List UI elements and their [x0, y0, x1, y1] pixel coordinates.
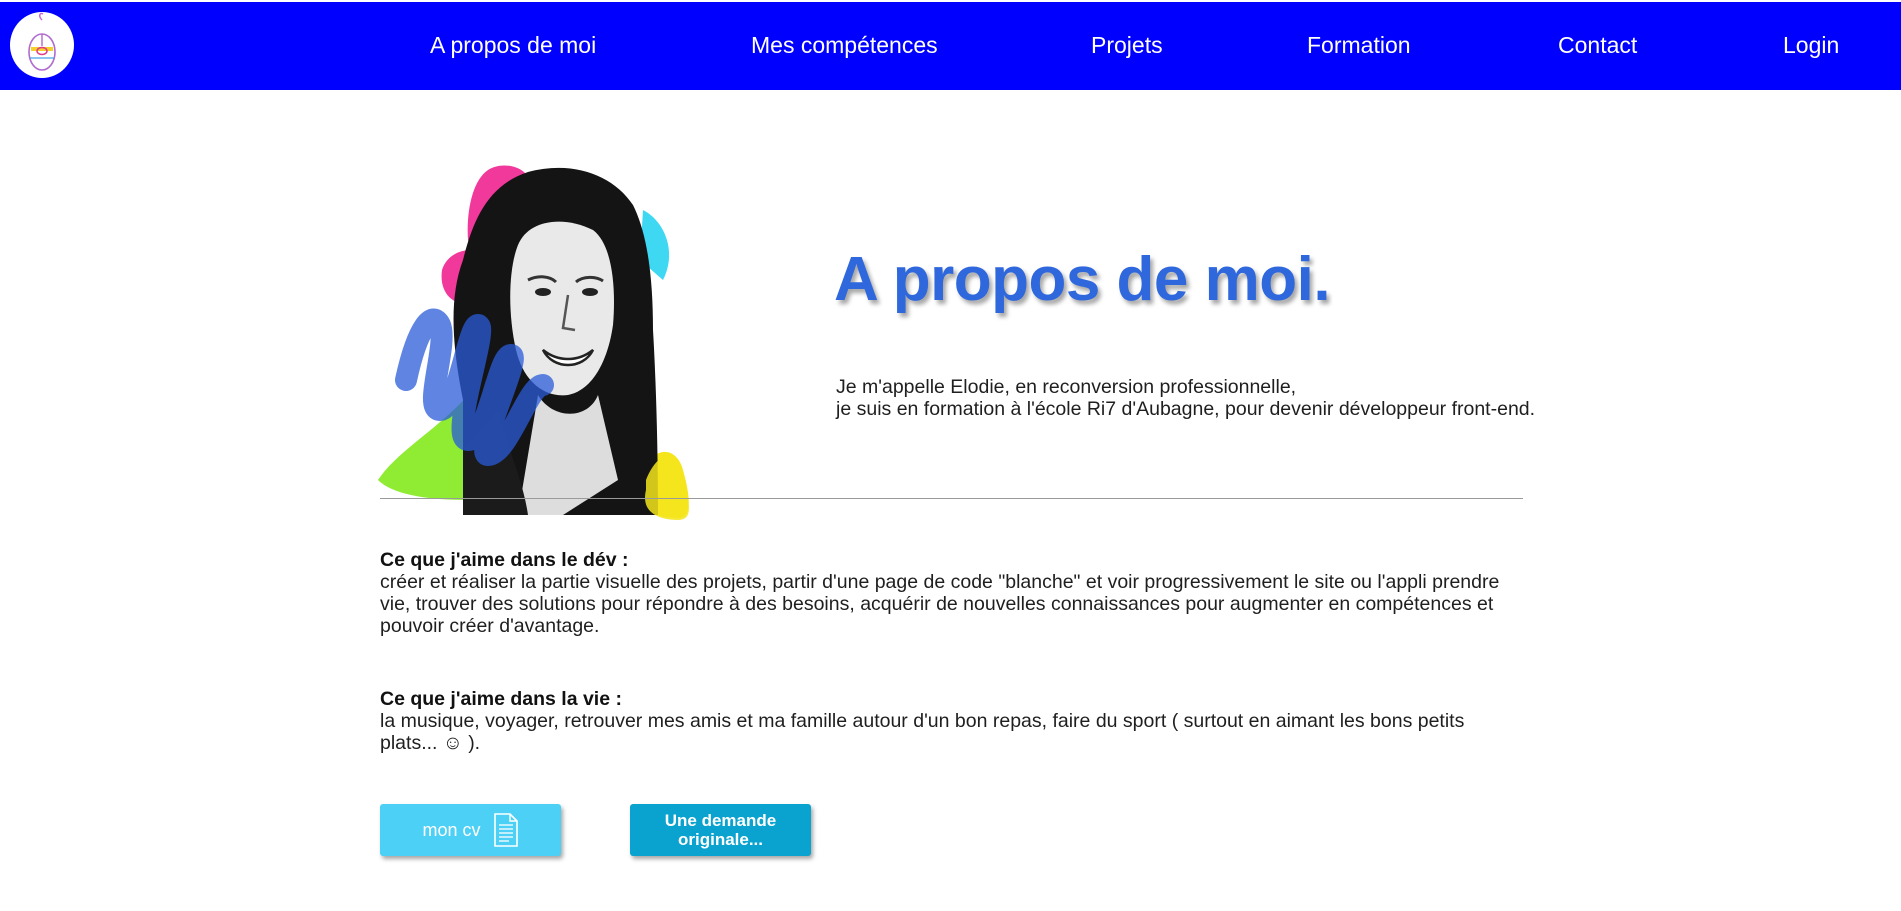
demande-button-label: Une demande originale... [664, 811, 777, 849]
cv-button-label: mon cv [422, 819, 481, 840]
divider [380, 498, 1523, 499]
nav-link-login[interactable]: Login [1783, 30, 1839, 60]
cv-button[interactable]: mon cv [380, 804, 561, 856]
profile-portrait [378, 150, 728, 520]
section-dev-body: créer et réaliser la partie visuelle des… [380, 571, 1500, 637]
document-icon [493, 813, 519, 847]
page-title: A propos de moi. [834, 245, 1331, 314]
nav-link-a-propos[interactable]: A propos de moi [430, 30, 596, 60]
section-vie-body: la musique, voyager, retrouver mes amis … [380, 710, 1465, 754]
intro-line: je suis en formation à l'école Ri7 d'Aub… [836, 398, 1536, 420]
navbar: A propos de moi Mes compétences Projets … [0, 0, 1901, 90]
nav-link-projets[interactable]: Projets [1091, 30, 1163, 60]
logo-icon[interactable] [10, 12, 74, 78]
intro-text: Je m'appelle Elodie, en reconversion pro… [836, 376, 1536, 420]
mouse-logo-icon [28, 12, 56, 71]
demande-originale-button[interactable]: Une demande originale... [630, 804, 811, 856]
intro-line: Je m'appelle Elodie, en reconversion pro… [836, 376, 1297, 398]
nav-link-contact[interactable]: Contact [1558, 30, 1637, 60]
section-dev: Ce que j'aime dans le dév : créer et réa… [380, 549, 1520, 637]
section-vie-heading: Ce que j'aime dans la vie : [380, 688, 622, 710]
section-dev-heading: Ce que j'aime dans le dév : [380, 549, 629, 571]
nav-link-formation[interactable]: Formation [1307, 30, 1411, 60]
nav-link-competences[interactable]: Mes compétences [751, 30, 938, 60]
section-vie: Ce que j'aime dans la vie : la musique, … [380, 688, 1520, 754]
